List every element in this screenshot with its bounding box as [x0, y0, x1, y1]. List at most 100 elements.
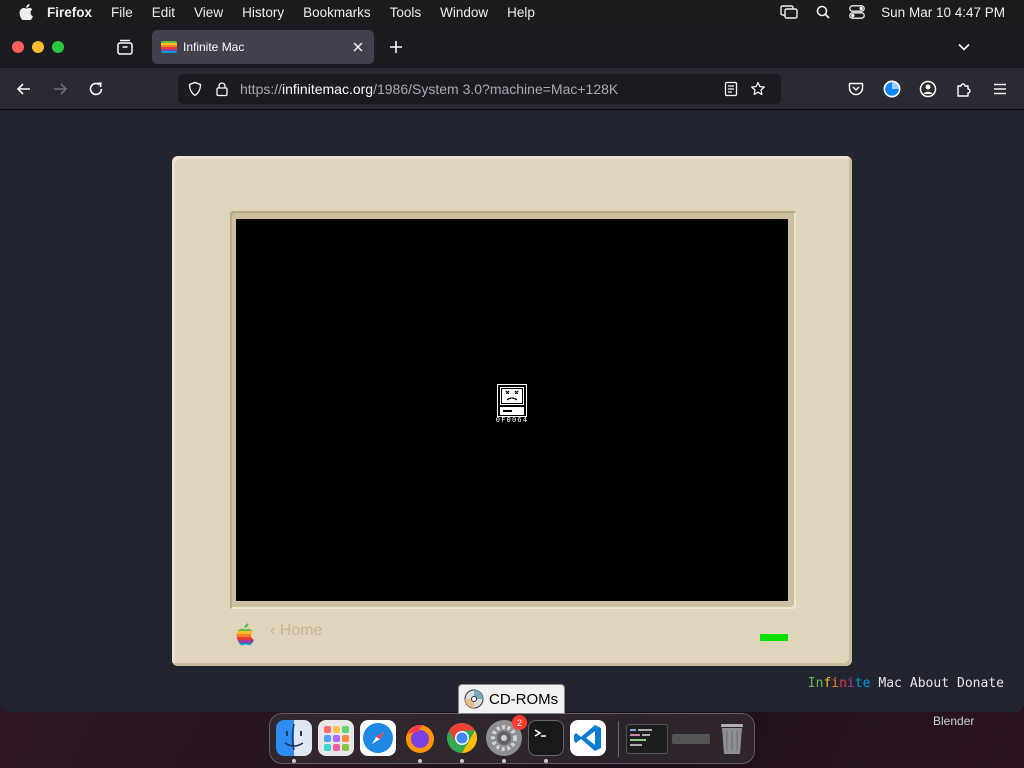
home-link[interactable]: ‹ Home: [270, 622, 322, 640]
fullscreen-window-button[interactable]: [52, 41, 64, 53]
lock-icon[interactable]: [214, 81, 230, 97]
tab-bar: Infinite Mac: [0, 24, 1024, 68]
dock-launchpad-icon[interactable]: [318, 720, 354, 756]
control-center-icon[interactable]: [847, 4, 867, 20]
menu-view[interactable]: View: [194, 5, 223, 20]
menu-app-firefox[interactable]: Firefox: [47, 5, 92, 20]
vscode-logo-icon: [574, 725, 601, 751]
tracking-protection-shield-icon[interactable]: [187, 81, 203, 97]
apple-menu-icon[interactable]: [19, 4, 33, 20]
infinite-brand-letter: e: [862, 676, 871, 691]
browser-window: Infinite Mac https://infinitemac.org/198…: [0, 24, 1024, 712]
new-tab-icon[interactable]: [386, 37, 406, 57]
infinite-brand-letter: f: [823, 676, 832, 691]
back-arrow-icon[interactable]: [14, 79, 34, 99]
forward-arrow-icon[interactable]: [50, 79, 70, 99]
menu-bookmarks[interactable]: Bookmarks: [303, 5, 371, 20]
infinite-brand-letter: i: [831, 676, 840, 691]
infinite-brand-letter: n: [815, 676, 824, 691]
reader-view-icon[interactable]: [723, 81, 739, 97]
infinite-brand-text: Infinite: [808, 676, 871, 691]
dock: 2: [269, 713, 755, 764]
bookmark-star-icon[interactable]: [750, 81, 766, 97]
mac-128k-monitor: 0F0064 ‹ Home: [172, 156, 852, 666]
blender-window-label: Blender: [933, 714, 975, 728]
dock-vscode-icon[interactable]: [570, 720, 606, 756]
cd-roms-button[interactable]: CD-ROMs: [458, 684, 565, 714]
reload-icon[interactable]: [86, 79, 106, 99]
minimized-window-thumbnail-icon: [630, 729, 652, 746]
dock-finder-icon[interactable]: [276, 720, 312, 756]
sad-mac-icon: [497, 384, 527, 417]
url-text[interactable]: https://infinitemac.org/1986/System 3.0?…: [240, 81, 618, 97]
rainbow-apple-logo-icon: [236, 623, 254, 646]
pocket-icon[interactable]: [846, 79, 866, 99]
cd-roms-label: CD-ROMs: [489, 690, 559, 708]
dock-running-indicator: [502, 759, 506, 763]
emulator-screen[interactable]: 0F0064: [236, 219, 788, 601]
minimize-window-button[interactable]: [32, 41, 44, 53]
mac-brand-text: Mac: [878, 676, 902, 691]
chrome-logo-icon: [447, 723, 478, 753]
dock-running-indicator: [292, 759, 296, 763]
infinite-brand-letter: t: [854, 676, 863, 691]
dock-terminal-icon[interactable]: [528, 720, 564, 756]
monitor-bezel: 0F0064: [230, 211, 796, 609]
menu-history[interactable]: History: [242, 5, 284, 20]
list-all-tabs-icon[interactable]: [954, 37, 974, 57]
launchpad-grid-icon: [324, 726, 349, 751]
infinite-brand-letter: i: [846, 676, 855, 691]
error-code-text: 0F0064: [495, 416, 529, 424]
finder-face-icon: [284, 723, 304, 751]
dock-minimized-blender-window[interactable]: [672, 734, 710, 744]
notification-badge: 2: [512, 715, 527, 730]
about-link[interactable]: About: [910, 676, 949, 691]
power-led: [760, 634, 788, 641]
infinite-mac-favicon-icon: [161, 41, 177, 53]
dock-running-indicator: [460, 759, 464, 763]
dock-running-indicator: [544, 759, 548, 763]
hamburger-menu-icon[interactable]: [990, 79, 1010, 99]
dock-safari-icon[interactable]: [360, 720, 396, 756]
cd-disc-icon: [464, 689, 484, 709]
safari-compass-icon: [363, 723, 393, 753]
menu-file[interactable]: File: [111, 5, 133, 20]
spotlight-search-icon[interactable]: [813, 4, 833, 20]
url-bar[interactable]: https://infinitemac.org/1986/System 3.0?…: [178, 74, 781, 104]
firefox-logo-icon: [406, 724, 434, 753]
dock-minimized-terminal-window[interactable]: [626, 724, 668, 754]
account-icon[interactable]: [918, 79, 938, 99]
menu-bar-status-area: Sun Mar 10 4:47 PM: [779, 0, 1024, 24]
url-domain: infinitemac.org: [282, 81, 374, 97]
site-footer: Infinite Mac About Donate: [808, 676, 1004, 691]
donate-link[interactable]: Donate: [957, 676, 1004, 691]
menu-window[interactable]: Window: [440, 5, 488, 20]
dock-firefox-icon[interactable]: [402, 720, 438, 756]
firefox-view-icon[interactable]: [115, 37, 135, 57]
tab-infinite-mac[interactable]: Infinite Mac: [152, 30, 374, 64]
dock-running-indicator: [418, 759, 422, 763]
tab-close-icon[interactable]: [351, 40, 365, 54]
navigation-toolbar: https://infinitemac.org/1986/System 3.0?…: [0, 68, 1024, 110]
extensions-puzzle-icon[interactable]: [954, 79, 974, 99]
menu-edit[interactable]: Edit: [152, 5, 175, 20]
tab-title: Infinite Mac: [183, 40, 245, 54]
close-window-button[interactable]: [12, 41, 24, 53]
menu-help[interactable]: Help: [507, 5, 535, 20]
menu-bar-clock[interactable]: Sun Mar 10 4:47 PM: [881, 5, 1005, 20]
infinite-brand-letter: n: [839, 676, 847, 691]
dock-chrome-icon[interactable]: [444, 720, 480, 756]
extension-blue-circle-icon[interactable]: [882, 79, 902, 99]
menu-tools[interactable]: Tools: [390, 5, 422, 20]
infinite-brand-letter: I: [807, 676, 816, 691]
screen-mirroring-icon[interactable]: [779, 4, 799, 20]
url-path: /1986/System 3.0?machine=Mac+128K: [373, 81, 619, 97]
trash-can-icon: [721, 724, 743, 754]
url-scheme: https://: [240, 81, 283, 97]
menu-bar: Firefox File Edit View History Bookmarks…: [0, 0, 1024, 24]
page-content: 0F0064 ‹ Home Infinite Mac About Donate: [0, 110, 1024, 712]
dock-system-settings-icon[interactable]: 2: [486, 715, 527, 756]
dock-separator: [618, 721, 619, 757]
dock-trash-icon[interactable]: [714, 720, 750, 756]
terminal-prompt-icon: [534, 729, 546, 737]
